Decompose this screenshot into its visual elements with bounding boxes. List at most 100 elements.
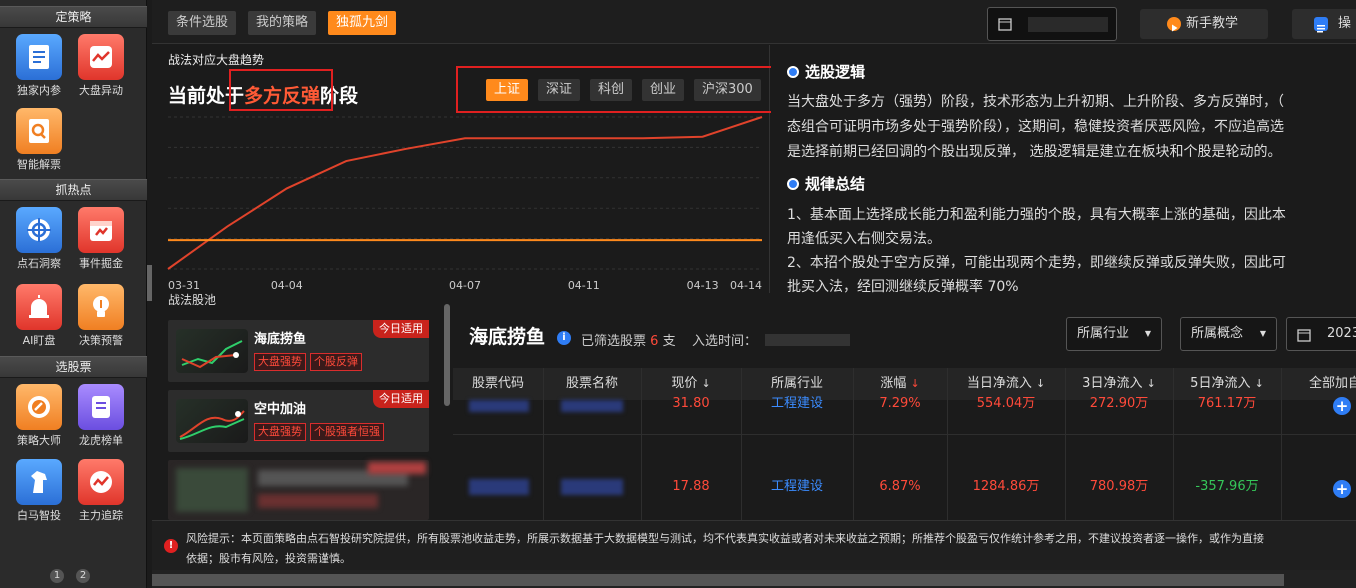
sidebar-section-title: 抓热点 <box>0 179 147 201</box>
strategy-thumbnail <box>176 399 248 443</box>
sidebar-item-label: 主力追踪 <box>79 509 123 522</box>
card-tag: 大盘强势 <box>254 423 306 441</box>
summary-line: 批买入法，经回测继续反弹概率 70% <box>787 279 1019 295</box>
sidebar-item-white-horse[interactable]: 白马智投 <box>9 455 69 525</box>
join-time-redacted <box>765 334 850 346</box>
scroll-icon <box>78 384 124 430</box>
sidebar-item-main-force[interactable]: 主力追踪 <box>71 455 131 525</box>
sidebar-item-label: 智能解票 <box>17 158 61 171</box>
summary-line: 用逢低买入右侧交易法。 <box>787 231 941 247</box>
industry-dropdown-label: 所属行业 <box>1077 326 1130 341</box>
bullet-icon <box>787 178 799 190</box>
market-alert-icon <box>78 34 124 80</box>
logic-line: 态组合可证明市场多处于强势阶段），这期间，稳健投资者厌恶风险，不应追高选 <box>787 119 1284 135</box>
cell-price: 31.80 <box>672 396 710 411</box>
table-row[interactable]: 31.80 工程建设 7.29% 554.04万 272.90万 761.17万… <box>453 396 1356 434</box>
filtered-count: 已筛选股票 6 支 <box>581 330 676 349</box>
sidebar-item-event[interactable]: 事件掘金 <box>71 203 131 273</box>
calendar-icon <box>1297 329 1311 342</box>
logic-heading-text: 选股逻辑 <box>805 63 866 81</box>
sidebar-section-title: 定策略 <box>0 6 147 28</box>
redacted-badge <box>368 462 426 474</box>
redacted-stock-code <box>469 479 529 495</box>
filtered-number: 6 <box>650 334 659 349</box>
sort-arrow-icon: ↓ <box>1254 377 1264 390</box>
horizontal-scrollbar[interactable] <box>152 570 1356 588</box>
alarm-icon <box>16 284 62 330</box>
tutorial-button[interactable]: 新手教学 <box>1140 9 1268 39</box>
pool-card-kongzhong[interactable]: 空中加油 今日适用 大盘强势 个股强者恒强 <box>168 390 429 452</box>
tab-dugu-jiujian[interactable]: 独孤九剑 <box>328 11 397 35</box>
redacted-stock-name <box>561 479 623 495</box>
logic-panel: 选股逻辑 当大盘处于多方（强势）阶段，技术形态为上升初期、上升阶段、多方反弹时，… <box>771 45 1356 297</box>
tab-condition-select[interactable]: 条件选股 <box>168 11 237 35</box>
sidebar-item-smart-analysis[interactable]: 智能解票 <box>9 104 69 174</box>
sidebar-item-ai-watch[interactable]: AI盯盘 <box>9 280 69 350</box>
pool-card-haidi[interactable]: 海底捞鱼 今日适用 大盘强势 个股反弹 <box>168 320 429 382</box>
tutorial-label: 新手教学 <box>1186 16 1239 31</box>
column-header-name[interactable]: 股票名称 <box>543 368 641 400</box>
page-1-button[interactable]: 1 <box>50 569 64 583</box>
insight-icon <box>16 207 62 253</box>
table-row[interactable]: 17.88 工程建设 6.87% 1284.86万 780.98万 -357.9… <box>453 469 1356 505</box>
warning-icon: ! <box>164 539 178 553</box>
redacted-stock-name <box>561 400 623 412</box>
operation-button[interactable]: 操 <box>1292 9 1356 39</box>
trend-icon <box>78 459 124 505</box>
date-picker[interactable] <box>987 7 1117 41</box>
date-value-redacted <box>1028 17 1108 32</box>
sidebar-item-dragon-tiger[interactable]: 龙虎榜单 <box>71 380 131 450</box>
cell-today-inflow: 554.04万 <box>976 396 1036 411</box>
pool-card-redacted[interactable] <box>168 460 429 520</box>
column-header-5d-label: 5日净流入 <box>1190 376 1251 391</box>
column-header-change-label: 涨幅 <box>880 376 907 391</box>
stock-table-panel: 海底捞鱼 i 已筛选股票 6 支 入选时间： 所属行业 ▼ 所属概念 ▼ 2023 … <box>453 304 1356 520</box>
sidebar: 定策略 独家内参 大盘异动 智能解票 抓热点 点石洞察 事件掘金 AI盯盘 决策… <box>0 0 147 588</box>
column-header-code[interactable]: 股票代码 <box>453 368 543 400</box>
cell-industry[interactable]: 工程建设 <box>741 397 853 434</box>
cell-3d-inflow: 272.90万 <box>1089 396 1149 411</box>
cell-5d-inflow: 761.17万 <box>1197 396 1257 411</box>
bullet-icon <box>787 66 799 78</box>
tab-my-strategy[interactable]: 我的策略 <box>248 11 317 35</box>
card-title: 空中加油 <box>254 402 307 417</box>
redacted-thumbnail <box>176 468 248 512</box>
risk-notice: ! 风险提示：本页面策略由点石智投研究院提供，所有股票池收益走势，所展示数据基于… <box>152 520 1356 570</box>
date-filter[interactable]: 2023 <box>1286 317 1356 351</box>
x-tick-label: 04-11 <box>568 279 600 292</box>
summary-heading-text: 规律总结 <box>805 175 866 193</box>
sidebar-item-decision-alert[interactable]: 决策预警 <box>71 280 131 350</box>
sidebar-item-label: 龙虎榜单 <box>79 434 123 447</box>
x-tick-label: 03-31 <box>168 279 200 292</box>
add-stock-button[interactable]: + <box>1333 397 1351 415</box>
info-icon[interactable]: i <box>557 331 571 345</box>
column-header-price-label: 现价 <box>671 376 698 391</box>
pool-scrollbar[interactable] <box>444 304 450 406</box>
industry-dropdown[interactable]: 所属行业 ▼ <box>1066 317 1162 351</box>
sidebar-item-market-alert[interactable]: 大盘异动 <box>71 30 131 100</box>
operation-label: 操 <box>1338 16 1352 31</box>
sidebar-item-insight[interactable]: 点石洞察 <box>9 203 69 273</box>
risk-text-line: 风险提示：本页面策略由点石智投研究院提供，所有股票池收益走势，所展示数据基于大数… <box>186 532 1264 545</box>
cell-change: 7.29% <box>879 396 921 411</box>
concept-dropdown[interactable]: 所属概念 ▼ <box>1180 317 1277 351</box>
trend-chart: 03-31 04-04 04-07 04-11 04-13 04-14 <box>167 116 763 292</box>
add-stock-button[interactable]: + <box>1333 480 1351 498</box>
market-trend-panel: 战法对应大盘趋势 当前处于多方反弹阶段 上证 深证 科创 创业 沪深300 03… <box>152 45 773 293</box>
column-header-add-all[interactable]: 全部加自 <box>1281 368 1356 400</box>
card-tag: 个股强者恒强 <box>310 423 384 441</box>
sidebar-item-strategy-master[interactable]: 策略大师 <box>9 380 69 450</box>
scrollbar-thumb[interactable] <box>152 574 1284 586</box>
date-filter-value: 2023 <box>1327 326 1356 341</box>
row-divider <box>453 434 1356 435</box>
sidebar-item-exclusive-report[interactable]: 独家内参 <box>9 30 69 100</box>
logic-heading: 选股逻辑 <box>787 61 865 82</box>
pool-header: 战法股池 <box>152 292 452 308</box>
sidebar-section-title: 选股票 <box>0 356 147 378</box>
cell-today-inflow: 1284.86万 <box>972 479 1040 494</box>
cell-industry[interactable]: 工程建设 <box>741 469 853 505</box>
caret-down-icon: ▼ <box>1259 329 1266 338</box>
page-2-button[interactable]: 2 <box>76 569 90 583</box>
sort-arrow-icon: ↓ <box>1035 377 1046 390</box>
x-tick-label: 04-14 <box>730 279 762 292</box>
